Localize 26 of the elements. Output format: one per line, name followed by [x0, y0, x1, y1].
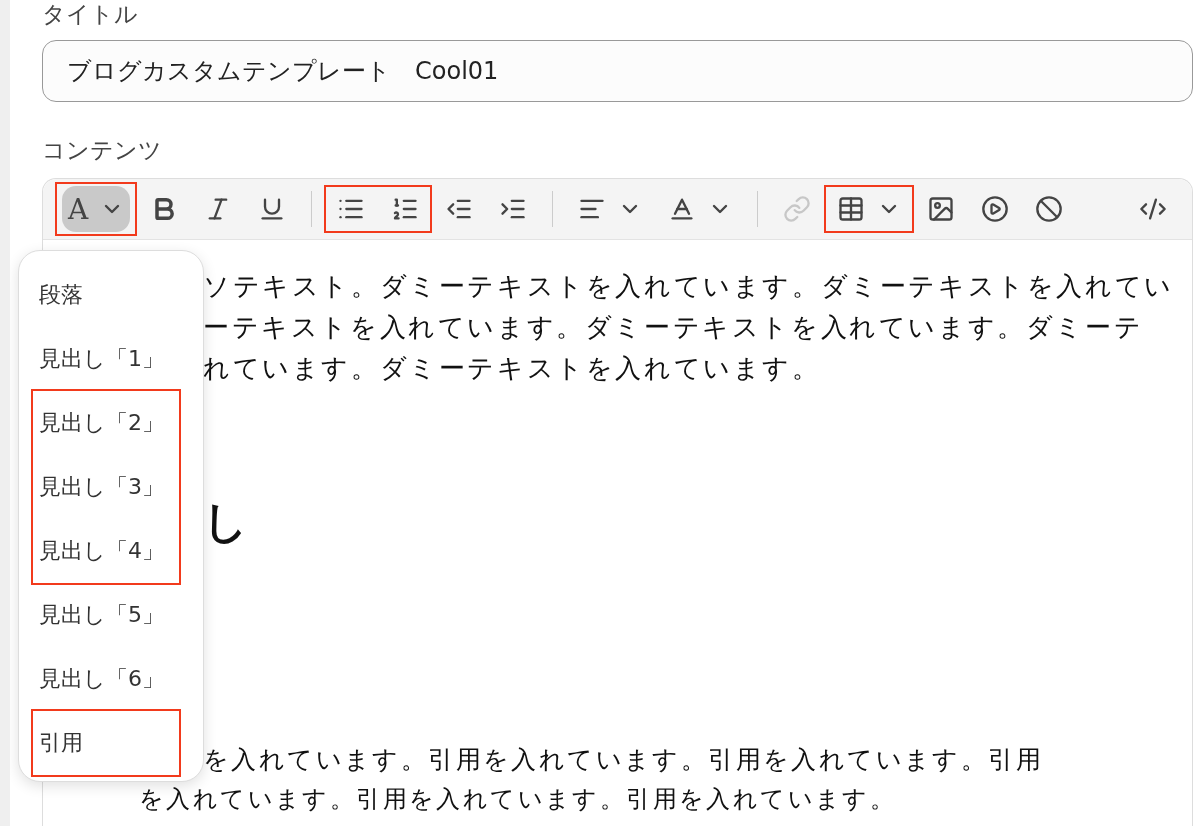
menu-item[interactable]: 見出し「2」: [33, 391, 179, 455]
link-icon: [783, 195, 812, 223]
menu-item[interactable]: 引用: [33, 711, 179, 775]
bullet-list-button[interactable]: [324, 185, 379, 233]
body-text: を入れています。引用を入れています。引用を入れています。: [139, 785, 897, 813]
body-text: ーテキストを入れています。ダミーテキストを入れています。ダミーテ: [203, 311, 1144, 344]
body-text: ソテキスト。ダミーテキストを入れています。ダミーテキストを入れてい: [203, 270, 1174, 303]
menu-item[interactable]: 見出し「1」: [33, 327, 179, 391]
format-dropdown[interactable]: A: [55, 182, 138, 236]
table-icon: [837, 195, 866, 223]
table-dropdown[interactable]: [824, 185, 915, 233]
menu-item[interactable]: 見出し「3」: [33, 455, 179, 519]
menu-item[interactable]: 見出し「5」: [33, 583, 179, 647]
body-text: れています。ダミーテキストを入れています。: [203, 352, 821, 385]
menu-item[interactable]: 見出し「4」: [33, 519, 179, 583]
menu-item[interactable]: 段落: [33, 263, 179, 327]
field-label: コンテンツ: [42, 136, 163, 164]
numbered-list-button[interactable]: [378, 185, 433, 233]
field-label: タイトル: [42, 0, 139, 28]
play-icon: [981, 195, 1010, 223]
title-field[interactable]: ブログカスタムテンプレート Cool01: [42, 40, 1193, 102]
image-icon: [927, 195, 956, 223]
menu-item[interactable]: 見出し「6」: [33, 647, 179, 711]
ban-icon: [1035, 195, 1064, 223]
heading-text: し: [203, 497, 248, 547]
body-text: を入れています。引用を入れています。引用を入れています。引用: [203, 744, 1043, 776]
